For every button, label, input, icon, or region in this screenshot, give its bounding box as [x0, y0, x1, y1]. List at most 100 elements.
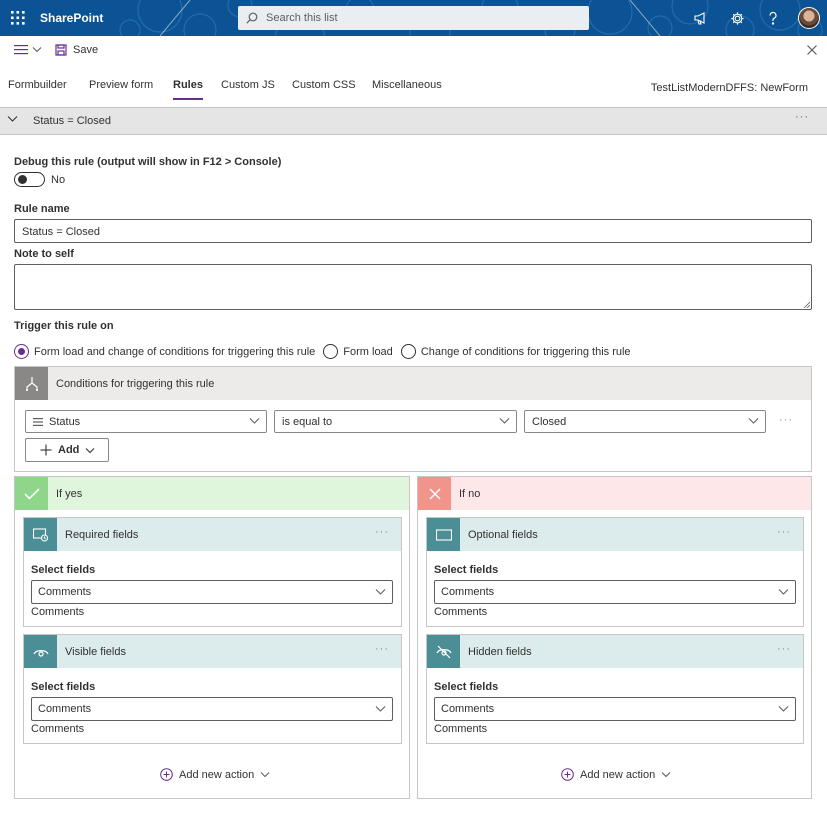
note-label: Note to self [14, 248, 74, 260]
chevron-down-icon[interactable] [7, 115, 18, 123]
trigger-label: Trigger this rule on [14, 320, 114, 332]
save-icon [55, 44, 67, 56]
action-required-fields: Required fields ··· Select fields Commen… [23, 517, 402, 627]
note-textarea[interactable] [14, 264, 812, 310]
add-circle-icon [160, 768, 173, 781]
tab-preview-form[interactable]: Preview form [89, 79, 153, 91]
eye-hidden-icon [427, 635, 460, 668]
conditions-panel: Conditions for triggering this rule Stat… [14, 366, 812, 472]
gear-icon[interactable] [719, 0, 755, 36]
condition-field-value: Status [49, 415, 81, 428]
required-field-icon [24, 518, 57, 551]
select-fields-dropdown[interactable]: Comments [31, 580, 393, 604]
condition-field-dropdown[interactable]: Status [25, 410, 267, 433]
add-new-action-label: Add new action [179, 768, 255, 781]
more-options-icon[interactable]: ··· [795, 111, 809, 123]
more-options-icon[interactable]: ··· [779, 414, 793, 426]
save-button[interactable]: Save [55, 44, 98, 56]
select-fields-dropdown[interactable]: Comments [31, 697, 393, 721]
rule-header-title: Status = Closed [33, 115, 111, 127]
app-brand[interactable]: SharePoint [40, 0, 103, 36]
chevron-down-icon [375, 706, 386, 712]
chevron-down-icon [748, 418, 759, 424]
if-no-branch: If no Optional fields ··· Select fields … [417, 476, 812, 799]
rule-name-input[interactable]: Status = Closed [14, 219, 812, 243]
if-no-title: If no [459, 488, 481, 500]
debug-toggle[interactable] [14, 172, 45, 187]
select-fields-dropdown[interactable]: Comments [434, 697, 796, 721]
if-yes-branch: If yes Required fields ··· Select fields… [14, 476, 410, 799]
condition-value-dropdown[interactable]: Closed [524, 410, 766, 433]
tab-custom-js[interactable]: Custom JS [221, 79, 275, 91]
debug-toggle-value: No [51, 174, 66, 186]
action-header: Hidden fields ··· [427, 635, 803, 668]
menu-button[interactable] [14, 44, 42, 55]
megaphone-icon[interactable] [683, 0, 719, 36]
action-title: Visible fields [65, 646, 126, 658]
radio-icon [400, 344, 416, 359]
waffle-icon[interactable] [4, 0, 32, 36]
tab-rules[interactable]: Rules [173, 79, 203, 100]
selected-fields-summary: Comments [434, 606, 488, 618]
condition-operator-value: is equal to [282, 415, 333, 428]
more-options-icon[interactable]: ··· [375, 643, 389, 655]
select-fields-label: Select fields [434, 681, 499, 693]
close-icon [418, 477, 451, 510]
action-title: Hidden fields [468, 646, 532, 658]
chevron-down-icon [249, 418, 260, 424]
selected-fields-summary: Comments [434, 723, 488, 735]
tab-custom-css[interactable]: Custom CSS [292, 79, 356, 91]
plus-icon [40, 444, 52, 456]
action-title: Optional fields [468, 529, 538, 541]
more-options-icon[interactable]: ··· [375, 526, 389, 538]
hamburger-icon [14, 45, 28, 55]
tab-formbuilder[interactable]: Formbuilder [8, 79, 67, 91]
trigger-option-form-load[interactable]: Form load [323, 344, 393, 359]
add-new-action-button[interactable]: Add new action [561, 768, 671, 781]
more-options-icon[interactable]: ··· [777, 643, 791, 655]
select-fields-label: Select fields [31, 564, 96, 576]
field-list-icon [33, 417, 43, 426]
chevron-down-icon [661, 772, 671, 778]
help-icon[interactable] [755, 0, 791, 36]
action-title: Required fields [65, 529, 139, 541]
radio-label: Form load [343, 345, 393, 358]
avatar[interactable] [791, 0, 827, 36]
trigger-option-form-load-and-change[interactable]: Form load and change of conditions for t… [14, 344, 315, 359]
select-fields-dropdown[interactable]: Comments [434, 580, 796, 604]
chevron-down-icon [499, 418, 510, 424]
add-new-action-button[interactable]: Add new action [160, 768, 270, 781]
if-yes-header: If yes [15, 477, 409, 510]
form-name: TestListModernDFFS: NewForm [650, 82, 808, 94]
condition-operator-dropdown[interactable]: is equal to [274, 410, 517, 433]
search-icon [238, 12, 266, 24]
select-fields-value: Comments [441, 586, 495, 598]
conditions-title: Conditions for triggering this rule [56, 378, 215, 390]
rule-header[interactable]: Status = Closed ··· [0, 107, 827, 135]
action-optional-fields: Optional fields ··· Select fields Commen… [426, 517, 804, 627]
chevron-down-icon [778, 589, 789, 595]
optional-field-icon [427, 518, 460, 551]
select-fields-value: Comments [441, 703, 495, 715]
chevron-down-icon [32, 47, 42, 53]
chevron-down-icon [375, 589, 386, 595]
select-fields-value: Comments [38, 586, 92, 598]
radio-selected-icon [14, 344, 29, 359]
more-options-icon[interactable]: ··· [777, 526, 791, 538]
close-icon[interactable] [807, 45, 817, 58]
if-no-header: If no [418, 477, 811, 510]
radio-label: Form load and change of conditions for t… [34, 345, 316, 358]
add-condition-button[interactable]: Add [25, 438, 109, 462]
if-yes-title: If yes [56, 488, 83, 500]
search-box[interactable]: Search this list [238, 6, 589, 30]
trigger-option-change[interactable]: Change of conditions for triggering this… [400, 344, 631, 359]
tab-miscellaneous[interactable]: Miscellaneous [372, 79, 442, 91]
resize-handle-icon[interactable] [803, 301, 810, 308]
action-hidden-fields: Hidden fields ··· Select fields Comments… [426, 634, 804, 744]
selected-fields-summary: Comments [31, 723, 85, 735]
search-placeholder: Search this list [266, 12, 338, 24]
command-bar: Save [0, 38, 827, 66]
add-label: Add [58, 444, 80, 456]
select-fields-label: Select fields [31, 681, 96, 693]
checkmark-icon [15, 477, 48, 510]
